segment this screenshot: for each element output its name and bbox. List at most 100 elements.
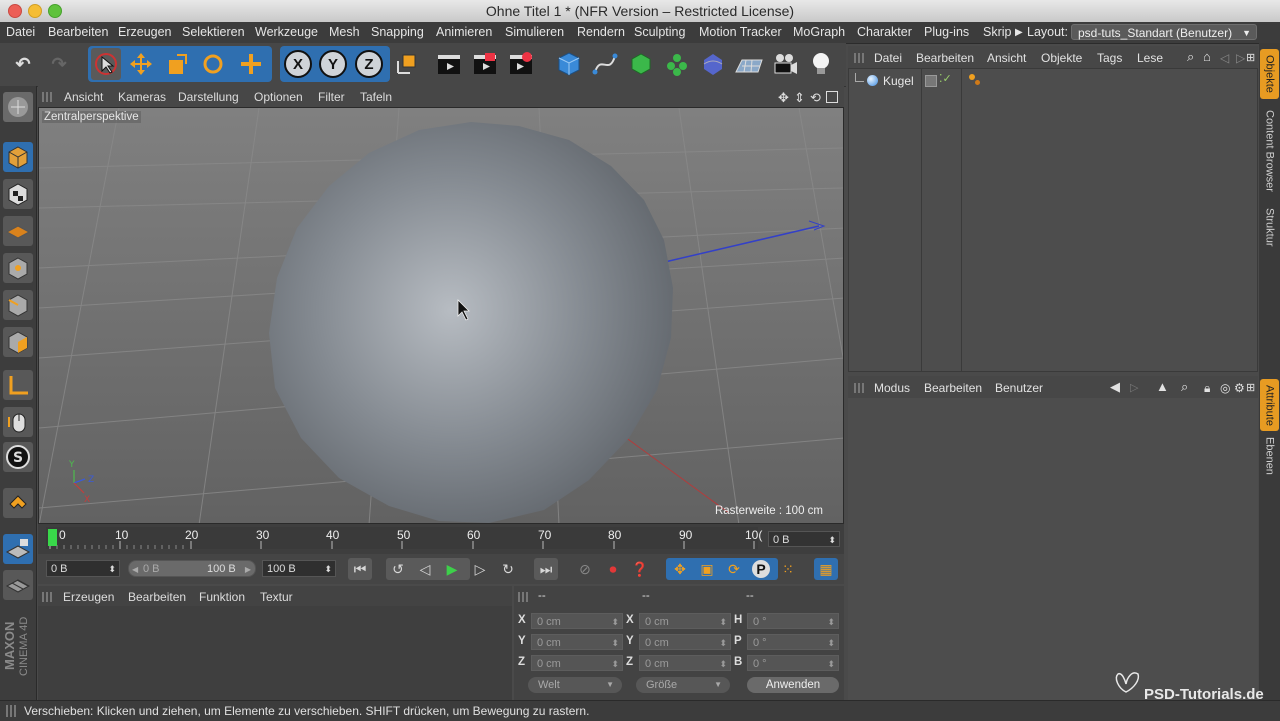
home-icon[interactable]: ⌂ [1203, 49, 1211, 64]
material-menu-bearbeiten[interactable]: Bearbeiten [128, 590, 186, 604]
menu-charakter[interactable]: Charakter [857, 25, 912, 39]
attribute-menu-benutzer[interactable]: Benutzer [995, 381, 1043, 395]
maximize-view-icon[interactable] [826, 91, 838, 103]
z-axis-lock-button[interactable]: Z [354, 48, 384, 80]
tweak-mode-button[interactable] [3, 407, 33, 437]
goto-end-button[interactable]: ⏭ [534, 558, 558, 580]
menu-snapping[interactable]: Snapping [371, 25, 424, 39]
polygons-mode-button[interactable] [3, 327, 33, 357]
target-icon[interactable]: ◎ [1220, 381, 1230, 395]
search-icon[interactable]: ⌕ [1181, 379, 1188, 395]
make-editable-button[interactable] [3, 92, 33, 122]
render-view-button[interactable] [434, 48, 464, 80]
object-menu-tags[interactable]: Tags [1097, 51, 1122, 65]
model-mode-button[interactable] [3, 142, 33, 172]
3d-viewport[interactable]: Y Z X Zentralperspektive Rasterweite : 1… [38, 107, 844, 524]
menu-rendern[interactable]: Rendern [577, 25, 625, 39]
up-arrow-icon[interactable]: ▲ [1156, 379, 1169, 394]
auto-keyframe-button[interactable]: ❓ [628, 558, 652, 580]
menu-animieren[interactable]: Animieren [436, 25, 492, 39]
attribute-menu-bearbeiten[interactable]: Bearbeiten [924, 381, 982, 395]
rotate-tool-button[interactable] [198, 48, 228, 80]
record-scale-button[interactable]: ▣ [695, 558, 719, 580]
coord-rot-b-field[interactable]: 0 ° ⬍ [747, 655, 839, 671]
add-deformer-button[interactable] [698, 48, 728, 80]
viewport-menu-filter[interactable]: Filter [318, 90, 345, 104]
tab-ebenen[interactable]: Ebenen [1260, 435, 1279, 477]
undo-button[interactable]: ↶ [8, 48, 38, 80]
timeline-track[interactable]: 0 10 20 30 40 50 60 70 80 90 10( [46, 527, 762, 549]
recent-tool-button[interactable] [236, 48, 266, 80]
coordinate-space-dropdown[interactable]: Welt ▼ [528, 677, 622, 693]
coord-size-y-field[interactable]: 0 cm ⬍ [639, 634, 731, 650]
forward-arrow-icon[interactable]: ▷ [1130, 381, 1138, 394]
size-mode-dropdown[interactable]: Größe ▼ [636, 677, 730, 693]
tab-content-browser[interactable]: Content Browser [1260, 103, 1279, 199]
axis-mode-button[interactable] [3, 370, 33, 400]
new-panel-icon[interactable]: ⊞ [1246, 51, 1255, 64]
tag-icon[interactable] [969, 74, 975, 80]
tab-struktur[interactable]: Struktur [1260, 203, 1279, 251]
current-frame-field[interactable]: 0 B ⬍ [768, 531, 840, 547]
viewport-camera-label[interactable]: Zentralperspektive [42, 111, 141, 123]
move-tool-button[interactable] [126, 48, 156, 80]
search-icon[interactable]: ⌕ [1187, 49, 1194, 65]
object-row-kugel[interactable]: Kugel ⁚✓ [853, 73, 1253, 89]
coord-rot-h-field[interactable]: 0 ° ⬍ [747, 613, 839, 629]
x-axis-lock-button[interactable]: X [283, 48, 313, 80]
next-keyframe-button[interactable]: ↻ [496, 558, 520, 580]
coord-pos-y-field[interactable]: 0 cm ⬍ [531, 634, 623, 650]
timeline-ruler[interactable]: 0 10 20 30 40 50 60 70 80 90 10( 0 B ⬍ [38, 524, 844, 554]
y-axis-lock-button[interactable]: Y [318, 48, 348, 80]
settings-icon[interactable]: ⚙︎ [1234, 381, 1245, 395]
attribute-menu-modus[interactable]: Modus [874, 381, 910, 395]
menu-werkzeuge[interactable]: Werkzeuge [255, 25, 318, 39]
add-light-button[interactable] [806, 48, 836, 80]
new-panel-icon[interactable]: ⊞ [1246, 381, 1255, 394]
record-rotation-button[interactable]: ⟳ [722, 558, 746, 580]
lock-icon[interactable]: 🔒︎ [1204, 381, 1210, 396]
object-menu-bearbeiten[interactable]: Bearbeiten [916, 51, 974, 65]
coord-size-z-field[interactable]: 0 cm ⬍ [639, 655, 731, 671]
add-mograph-button[interactable] [662, 48, 692, 80]
add-cube-button[interactable] [554, 48, 584, 80]
play-forward-button[interactable]: ▶ [440, 558, 464, 580]
add-camera-button[interactable] [770, 48, 800, 80]
viewport-menu-tafeln[interactable]: Tafeln [360, 90, 392, 104]
current-time-marker[interactable] [48, 529, 57, 546]
object-menu-ansicht[interactable]: Ansicht [987, 51, 1026, 65]
apply-button[interactable]: Anwenden [747, 677, 839, 693]
locked-workplane-button[interactable] [3, 534, 33, 564]
workplane-align-button[interactable] [3, 570, 33, 600]
dolly-view-icon[interactable]: ⇕ [794, 90, 805, 106]
timeline-window-button[interactable]: ▦ [814, 558, 838, 580]
menu-motion-tracker[interactable]: Motion Tracker [699, 25, 782, 39]
end-frame-field[interactable]: 100 B ⬍ [262, 560, 336, 577]
object-manager-area[interactable]: Kugel ⁚✓ [848, 68, 1258, 372]
menu-sculpting[interactable]: Sculpting [634, 25, 685, 39]
visibility-dots-icon[interactable]: ⁚✓ [939, 72, 952, 85]
texture-mode-button[interactable] [3, 179, 33, 209]
preview-range-slider[interactable]: ◀ 0 B 100 B ▶ [128, 560, 256, 577]
coordinate-system-button[interactable] [392, 48, 422, 80]
menu-simulieren[interactable]: Simulieren [505, 25, 564, 39]
layout-dropdown[interactable]: psd-tuts_Standart (Benutzer) ▼ [1071, 24, 1257, 40]
redo-button[interactable]: ↷ [44, 48, 74, 80]
drag-handle-icon[interactable] [42, 592, 54, 602]
coord-pos-z-field[interactable]: 0 cm ⬍ [531, 655, 623, 671]
coord-pos-x-field[interactable]: 0 cm ⬍ [531, 613, 623, 629]
layer-swatch-icon[interactable] [925, 75, 937, 87]
forward-icon[interactable]: ▷ [1236, 51, 1245, 65]
tab-attribute[interactable]: Attribute [1260, 379, 1279, 431]
viewport-menu-optionen[interactable]: Optionen [254, 90, 303, 104]
object-menu-lesezeichen[interactable]: Lese [1137, 51, 1163, 65]
back-arrow-icon[interactable]: ◀ [1110, 379, 1120, 395]
scale-tool-button[interactable] [162, 48, 192, 80]
material-menu-funktion[interactable]: Funktion [199, 590, 245, 604]
live-selection-button[interactable] [91, 48, 121, 80]
workplane-mode-button[interactable] [3, 216, 33, 246]
add-generator-button[interactable] [626, 48, 656, 80]
viewport-menu-ansicht[interactable]: Ansicht [64, 90, 103, 104]
record-position-button[interactable]: ✥ [668, 558, 692, 580]
viewport-menu-darstellung[interactable]: Darstellung [178, 90, 239, 104]
